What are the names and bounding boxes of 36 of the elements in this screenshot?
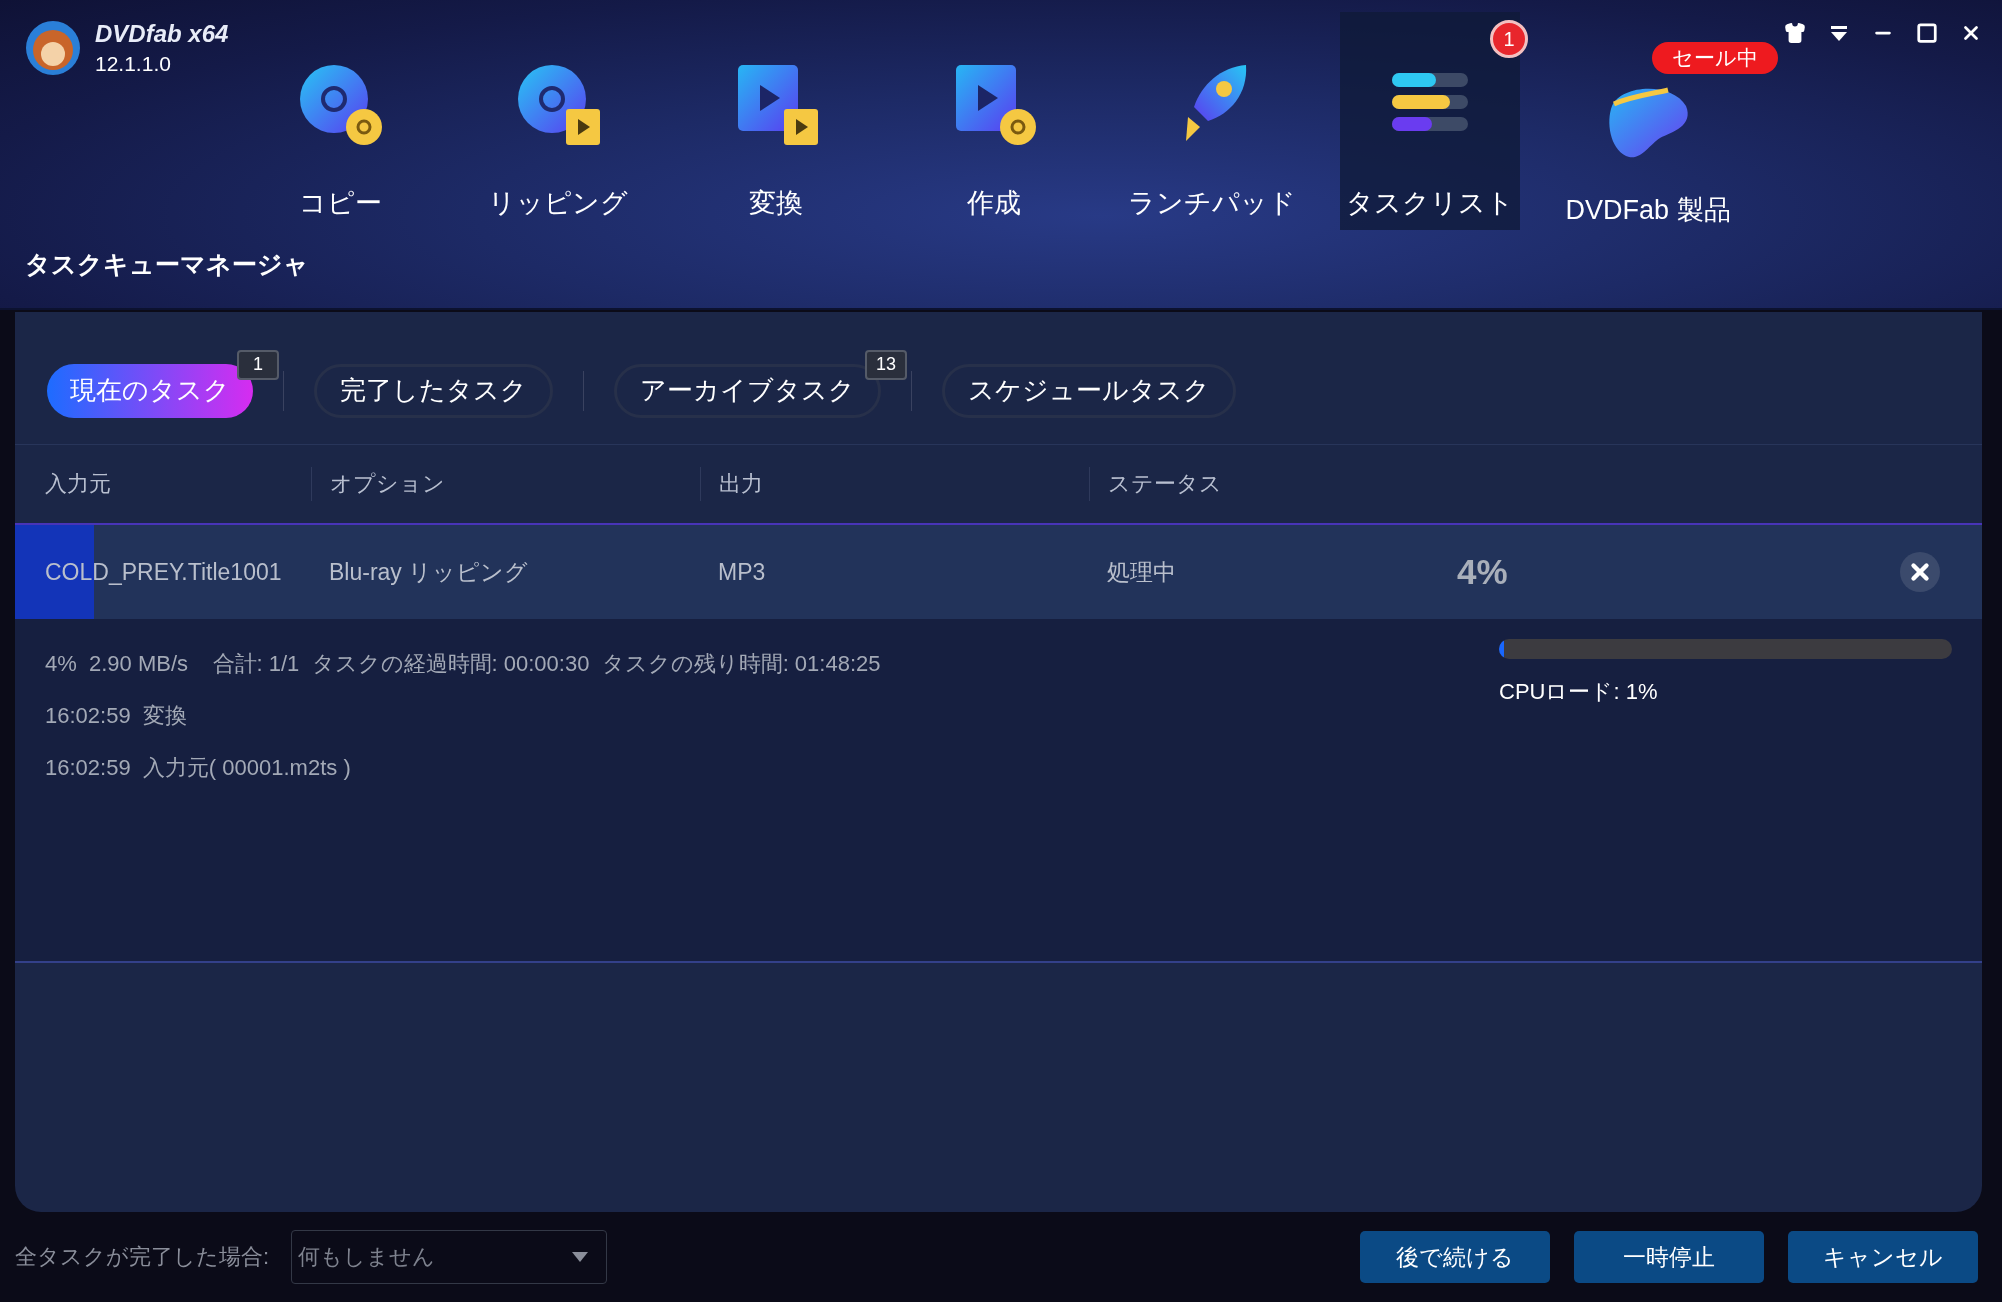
- caret-icon: [572, 1252, 589, 1262]
- column-header: 出力: [700, 467, 1089, 501]
- remove-button[interactable]: [1900, 552, 1940, 592]
- tab[interactable]: スケジュールタスク: [942, 363, 1236, 418]
- nav-item[interactable]: コピー: [250, 12, 430, 230]
- cpu-load-label: CPUロード: 1%: [1499, 678, 1659, 706]
- table-cell-text: 処理中: [1106, 557, 1177, 587]
- completion-label: 全タスクが完了した場合:: [15, 1243, 270, 1271]
- log-line: 4% 2.90 MB/s 合計: 1/1 タスクの経過時間: 00:00:30 タスクの残り時間: 01:48:25: [45, 650, 881, 678]
- log-line: 16:02:59 変換: [45, 702, 188, 730]
- version-number: 12.1.1.0: [95, 52, 172, 76]
- action-button[interactable]: 一時停止: [1574, 1231, 1764, 1283]
- sale-badge: セール中: [1652, 42, 1778, 74]
- column-header: 入力元: [44, 470, 112, 498]
- column-header: オプション: [311, 467, 700, 501]
- tab[interactable]: 現在のタスク: [47, 363, 253, 418]
- table-cell-text: MP3: [717, 558, 767, 586]
- log-line: 16:02:59 入力元( 00001.m2ts ): [45, 754, 352, 782]
- progress-percent: 4%: [1457, 552, 1508, 592]
- completion-select[interactable]: 何もしません: [291, 1230, 608, 1284]
- nav-item[interactable]: DVDFab 製品: [1558, 76, 1738, 230]
- action-button[interactable]: 後で続ける: [1360, 1231, 1550, 1283]
- nav-item[interactable]: 作成: [904, 12, 1084, 230]
- nav-item[interactable]: ランチパッド: [1122, 12, 1302, 230]
- column-header: ステータス: [1089, 467, 1427, 501]
- app-name: DVDfab x64: [95, 20, 229, 48]
- count-badge: 13: [865, 349, 907, 380]
- count-badge: 1: [237, 349, 279, 380]
- action-button[interactable]: キャンセル: [1788, 1231, 1978, 1283]
- nav-item[interactable]: リッピング: [468, 12, 648, 230]
- table-cell-text: Blu-ray リッピング: [328, 557, 530, 587]
- tab[interactable]: 完了したタスク: [314, 363, 553, 418]
- maximize-icon[interactable]: [1916, 22, 1938, 44]
- section-title: タスクキューマネージャ: [25, 249, 310, 280]
- skin-icon[interactable]: [1784, 22, 1806, 44]
- nav-item[interactable]: 変換: [686, 12, 866, 230]
